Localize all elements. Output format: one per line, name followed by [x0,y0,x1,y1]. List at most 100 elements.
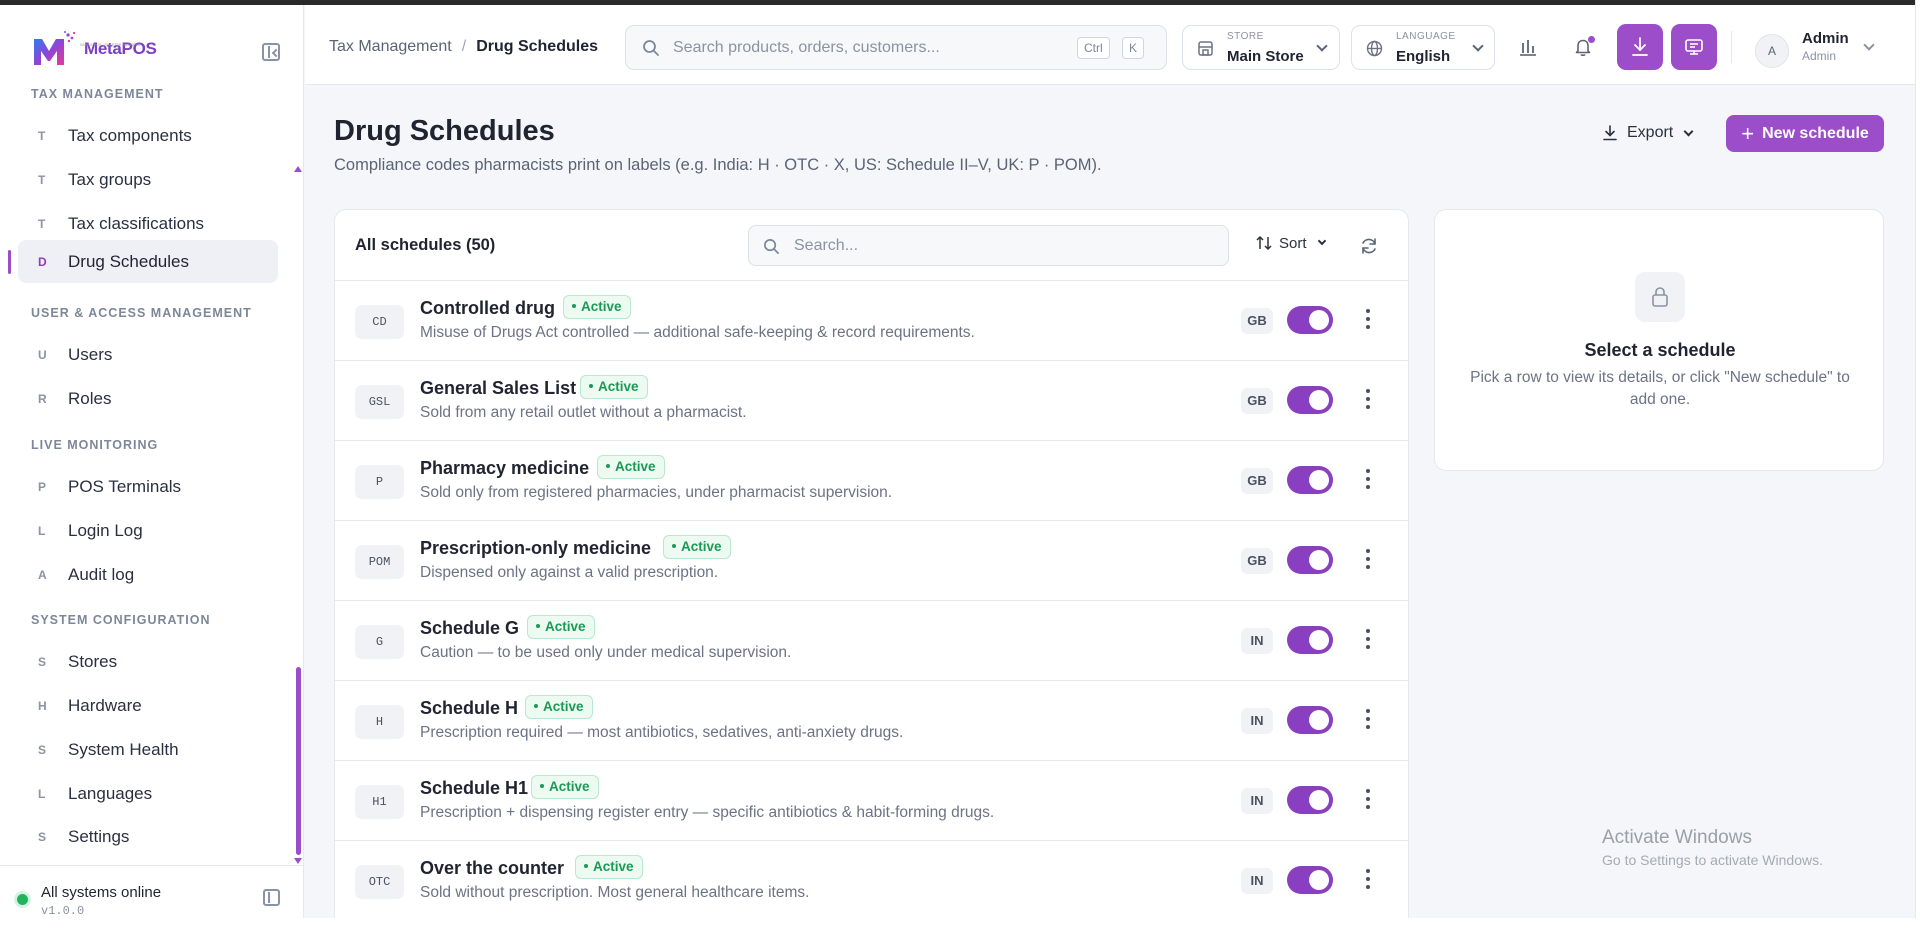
sidebar-item-audit-log[interactable]: A Audit log [18,553,278,596]
download-icon [1632,37,1648,56]
active-toggle[interactable] [1287,386,1333,414]
sidebar-item-stores[interactable]: S Stores [18,640,278,683]
more-options-icon[interactable] [1366,869,1370,891]
user-name[interactable]: Admin [1802,30,1849,47]
user-menu-chevron-icon[interactable] [1863,39,1875,51]
active-toggle[interactable] [1287,786,1333,814]
sidebar-collapse-icon[interactable] [262,43,280,61]
nav-section-user-access: USER & ACCESS MANAGEMENT [31,306,252,320]
logo-tagline: SIMPLE POS · SMARTER BUSINESS [80,43,141,47]
table-row[interactable]: CD Controlled drug Active Misuse of Drug… [335,281,1408,361]
plus-icon: + [1741,120,1755,146]
more-options-icon[interactable] [1366,549,1370,571]
store-selector[interactable]: STORE Main Store [1182,25,1340,70]
active-toggle[interactable] [1287,706,1333,734]
sort-button[interactable]: Sort [1255,234,1326,252]
scroll-down-arrow-icon[interactable] [294,858,302,864]
nav-item-label: Tax classifications [68,213,205,233]
footer-collapse-icon[interactable] [263,889,280,906]
notifications-button[interactable] [1560,24,1606,70]
new-schedule-label: New schedule [1762,124,1869,142]
new-schedule-button[interactable]: + New schedule [1726,115,1884,152]
more-options-icon[interactable] [1366,469,1370,491]
windows-activation-title: Activate Windows [1602,827,1752,848]
analytics-button[interactable] [1505,24,1551,70]
nav-item-initial: A [38,567,47,582]
lock-icon-container [1635,272,1685,322]
country-badge: IN [1241,628,1273,654]
nav-item-label: Audit log [68,564,135,584]
search-icon [643,40,659,56]
schedule-description: Sold only from registered pharmacies, un… [420,484,893,501]
table-row[interactable]: POM Prescription-only medicine Active Di… [335,521,1408,601]
more-options-icon[interactable] [1366,709,1370,731]
language-selector[interactable]: LANGUAGE English [1351,25,1495,70]
lock-icon [1652,287,1668,307]
active-toggle[interactable] [1287,306,1333,334]
sidebar-item-tax-groups[interactable]: T Tax groups [18,158,278,201]
status-badge: Active [580,375,648,399]
table-row[interactable]: G Schedule G Active Caution — to be used… [335,601,1408,681]
sidebar-nav: TAX MANAGEMENT T Tax components T Tax gr… [0,83,302,863]
store-icon [1198,41,1213,56]
sidebar-scrollbar[interactable] [296,667,301,855]
window-bottom-edge [0,918,1920,929]
table-row[interactable]: OTC Over the counter Active Sold without… [335,841,1408,921]
list-search-input[interactable]: Search... [748,225,1229,266]
refresh-icon[interactable] [1359,236,1379,256]
nav-item-initial: S [38,654,47,669]
active-toggle[interactable] [1287,546,1333,574]
status-badge: Active [597,455,665,479]
sidebar-item-users[interactable]: U Users [18,333,278,376]
sidebar-item-roles[interactable]: R Roles [18,377,278,420]
country-badge: IN [1241,868,1273,894]
more-options-icon[interactable] [1366,389,1370,411]
language-value: English [1396,48,1451,65]
more-options-icon[interactable] [1366,629,1370,651]
schedule-name: Pharmacy medicine [420,458,590,478]
nav-item-initial: H [38,698,47,713]
status-badge: Active [531,775,599,799]
sidebar-item-pos-terminals[interactable]: P POS Terminals [18,465,278,508]
sidebar-item-tax-components[interactable]: T Tax components [18,114,278,157]
breadcrumb: Tax Management / Drug Schedules [329,38,598,56]
scroll-up-arrow-icon[interactable] [294,166,302,172]
active-toggle[interactable] [1287,866,1333,894]
window-right-edge [1915,0,1920,929]
sidebar-item-hardware[interactable]: H Hardware [18,684,278,727]
active-toggle[interactable] [1287,626,1333,654]
search-placeholder: Search products, orders, customers... [673,39,940,56]
global-search-input[interactable]: Search products, orders, customers... Ct… [625,25,1167,70]
table-row[interactable]: H Schedule H Active Prescription require… [335,681,1408,761]
sidebar-item-tax-classifications[interactable]: T Tax classifications [18,202,278,245]
schedule-description: Prescription required — most antibiotics… [420,724,904,741]
breadcrumb-current: Drug Schedules [476,38,598,55]
nav-item-label: Login Log [68,520,143,540]
schedule-code: H [355,705,404,739]
pos-terminal-button[interactable] [1671,24,1717,70]
sidebar-item-drug-schedules[interactable]: D Drug Schedules [18,240,278,283]
sidebar-item-settings[interactable]: S Settings [18,815,278,858]
more-options-icon[interactable] [1366,309,1370,331]
store-value: Main Store [1227,48,1304,65]
sidebar-item-login-log[interactable]: L Login Log [18,509,278,552]
logo[interactable]: MetaPOS [32,29,157,69]
country-badge: IN [1241,708,1273,734]
table-row[interactable]: GSL General Sales List Active Sold from … [335,361,1408,441]
breadcrumb-parent[interactable]: Tax Management [329,38,452,56]
detail-empty-title: Select a schedule [1584,340,1736,360]
list-toolbar: All schedules (50) Search... Sort [335,210,1408,281]
schedule-description: Prescription + dispensing register entry… [420,804,995,821]
avatar[interactable]: A [1755,34,1789,68]
sidebar-item-system-health[interactable]: S System Health [18,728,278,771]
export-button[interactable]: Export [1595,115,1705,151]
more-options-icon[interactable] [1366,789,1370,811]
table-row[interactable]: P Pharmacy medicine Active Sold only fro… [335,441,1408,521]
active-toggle[interactable] [1287,466,1333,494]
schedule-code: GSL [355,385,404,419]
schedule-name: Schedule H1 [420,778,529,798]
download-button[interactable] [1617,24,1663,70]
schedule-detail-panel: Select a schedule Pick a row to view its… [1434,209,1884,471]
table-row[interactable]: H1 Schedule H1 Active Prescription + dis… [335,761,1408,841]
sidebar-item-languages[interactable]: L Languages [18,772,278,815]
